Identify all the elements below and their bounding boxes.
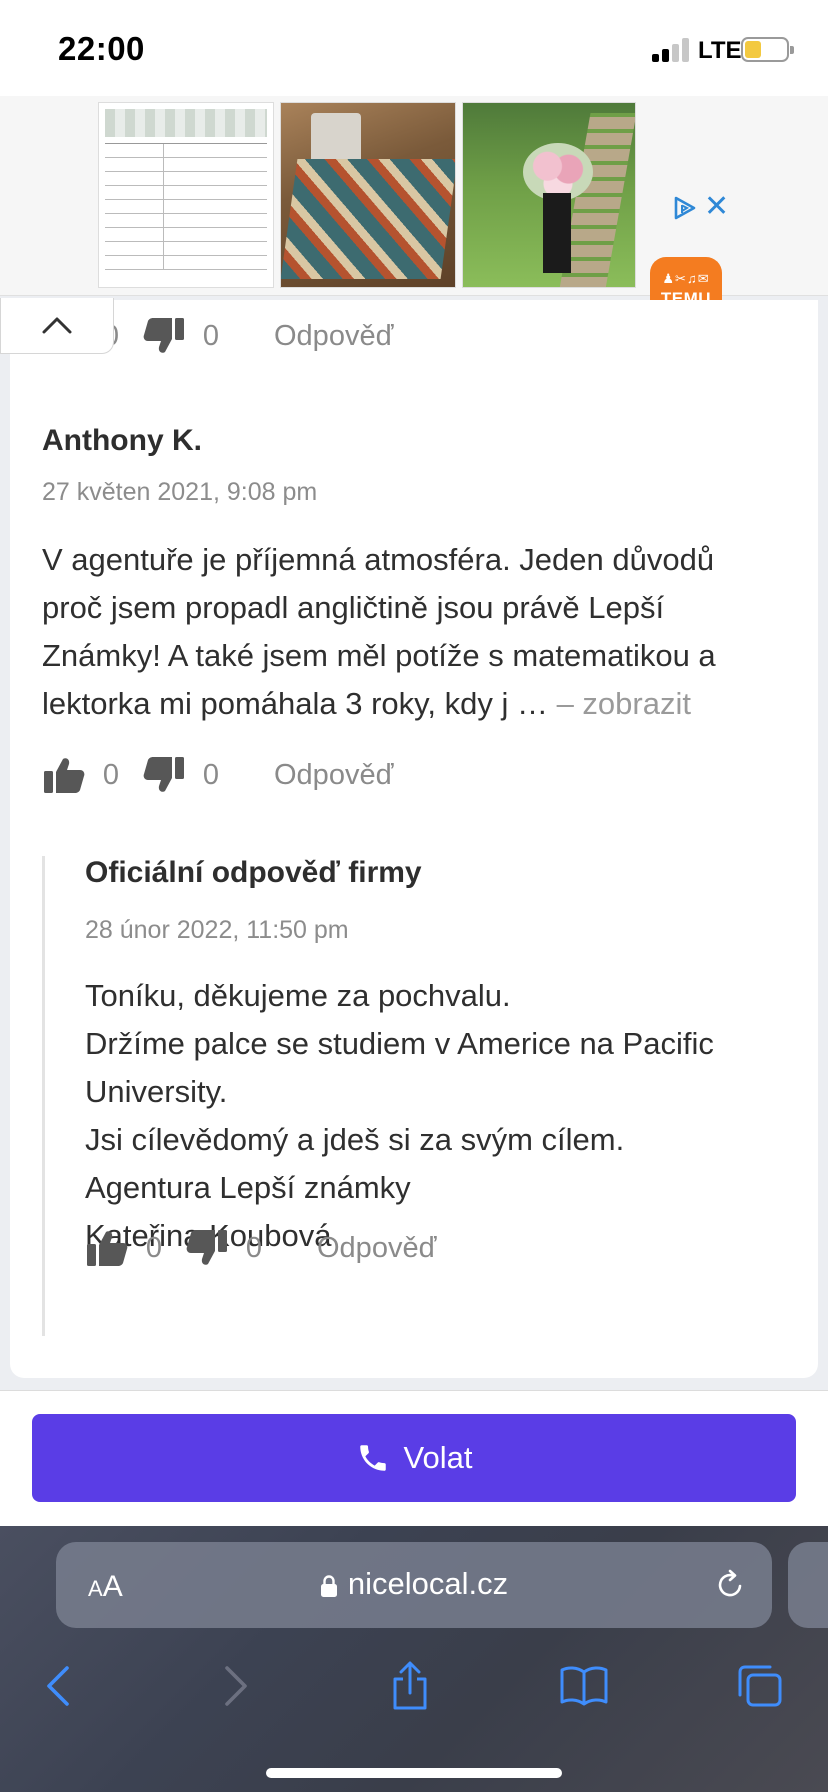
dislike-count: 0 <box>202 758 220 791</box>
ad-product-image[interactable] <box>462 102 636 288</box>
url-text: nicelocal.cz <box>347 1566 509 1601</box>
like-count: 0 <box>145 1231 163 1264</box>
chevron-right-icon <box>225 1666 247 1706</box>
thumbs-down-icon[interactable] <box>142 316 186 356</box>
official-reply-date: 28 únor 2022, 11:50 pm <box>85 916 349 944</box>
reply-link[interactable]: Odpověď <box>317 1232 436 1265</box>
thumbs-up-icon[interactable] <box>85 1228 129 1268</box>
review-card: 0 0 Odpověď Anthony K. 27 květen 2021, 9… <box>10 300 818 1378</box>
reply-link[interactable]: Odpověď <box>274 759 393 792</box>
status-time: 22:00 <box>58 30 145 67</box>
battery-icon <box>741 37 794 62</box>
review-text: V agentuře je příjemná atmosféra. Jeden … <box>42 536 762 728</box>
ad-product-image[interactable] <box>280 102 456 288</box>
ad-banner[interactable]: ✕ ♟✂♫✉ TEMU <box>0 96 828 329</box>
back-button[interactable] <box>28 1656 88 1716</box>
reload-icon[interactable] <box>716 1568 746 1600</box>
signal-strength-icon <box>652 38 690 62</box>
status-bar: 22:00 LTE <box>0 0 828 96</box>
adchoices-icon[interactable] <box>672 196 698 220</box>
tabs-button[interactable] <box>730 1656 790 1716</box>
chevron-up-icon <box>42 317 72 334</box>
thumbs-down-icon[interactable] <box>185 1228 229 1268</box>
address-bar[interactable]: AA nicelocal.cz <box>56 1542 772 1628</box>
review-author: Anthony K. <box>42 424 202 457</box>
share-icon <box>393 1661 427 1710</box>
reply-line: Agentura Lepší známky <box>85 1170 411 1205</box>
reply-line: Jsi cílevědomý a jdeš si za svým cílem. <box>85 1122 625 1157</box>
reply-line: Toníku, děkujeme za pochvalu. <box>85 978 511 1013</box>
thumbs-down-icon[interactable] <box>142 755 186 795</box>
tabs-icon <box>738 1665 782 1707</box>
ad-product-image[interactable] <box>98 102 274 288</box>
like-count: 0 <box>102 758 120 791</box>
reply-line: Držíme palce se studiem v Americe na Pac… <box>85 1026 714 1109</box>
ad-close-icon[interactable]: ✕ <box>704 192 729 222</box>
temu-logo-glyphs: ♟✂♫✉ <box>662 271 710 286</box>
browser-toolbar: AA nicelocal.cz <box>0 1526 828 1792</box>
review-actions: 0 0 Odpověď <box>42 755 393 795</box>
reply-link[interactable]: Odpověď <box>274 320 393 353</box>
dislike-count: 0 <box>202 319 220 352</box>
show-more-link[interactable]: – zobrazit <box>557 686 691 721</box>
next-tab-preview[interactable] <box>788 1542 828 1628</box>
official-reply-author: Oficiální odpověď firmy <box>85 856 422 889</box>
call-button-label: Volat <box>403 1440 473 1475</box>
call-button[interactable]: Volat <box>32 1414 796 1502</box>
thumbs-up-icon[interactable] <box>42 755 86 795</box>
official-reply-text: Toníku, děkujeme za pochvalu. Držíme pal… <box>85 972 765 1260</box>
bookmarks-button[interactable] <box>554 1656 614 1716</box>
chevron-left-icon <box>47 1666 69 1706</box>
official-reply: Oficiální odpověď firmy 28 únor 2022, 11… <box>42 856 782 1336</box>
phone-icon <box>359 1445 386 1471</box>
url-host: nicelocal.cz <box>56 1566 772 1602</box>
call-bar: Volat <box>0 1390 828 1526</box>
share-button[interactable] <box>380 1656 440 1716</box>
lock-icon <box>320 1575 337 1597</box>
home-indicator <box>266 1768 562 1778</box>
forward-button[interactable] <box>206 1656 266 1716</box>
dislike-count: 0 <box>245 1231 263 1264</box>
network-type: LTE <box>698 37 742 64</box>
review-actions: 0 0 Odpověď <box>85 1228 436 1268</box>
collapse-ad-button[interactable] <box>0 298 114 354</box>
review-date: 27 květen 2021, 9:08 pm <box>42 478 318 506</box>
book-icon <box>560 1666 608 1706</box>
